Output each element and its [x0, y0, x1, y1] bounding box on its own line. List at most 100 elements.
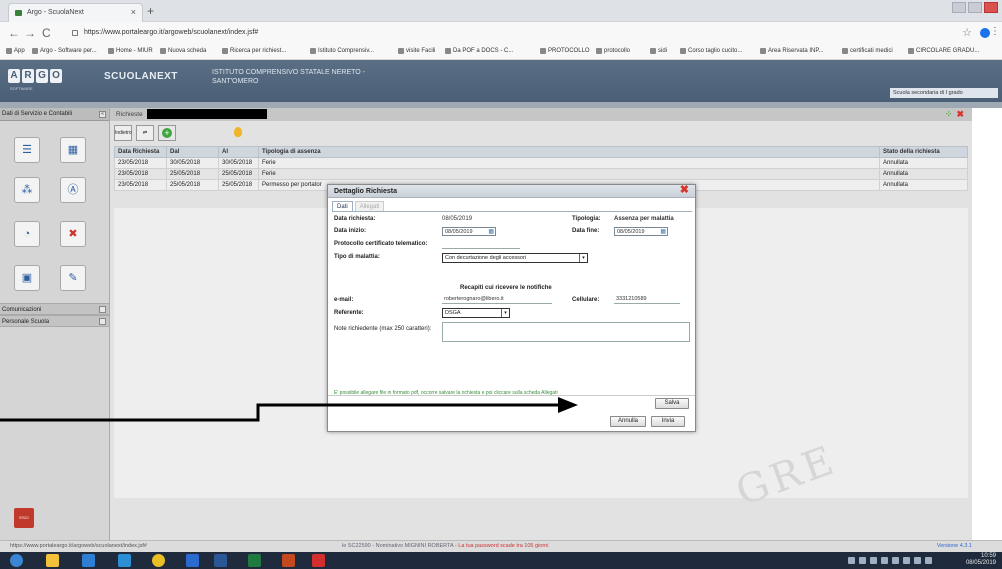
calendar-icon[interactable]: ▦: [488, 228, 494, 236]
logout-button[interactable]: ESCI: [14, 508, 34, 528]
word-icon[interactable]: [214, 554, 227, 567]
anagrafica-icon[interactable]: ☰: [14, 137, 40, 163]
tools-icon[interactable]: ✖: [60, 221, 86, 247]
staff-icon[interactable]: ⁂: [14, 177, 40, 203]
tab-dati[interactable]: Dati: [332, 201, 353, 211]
bookmark-item[interactable]: Argo - Software per...: [32, 48, 97, 54]
folder-icon[interactable]: [118, 554, 131, 567]
media-icon[interactable]: [82, 554, 95, 567]
chrome-icon[interactable]: [152, 554, 165, 567]
salva-button[interactable]: Salva: [655, 398, 689, 409]
column-header[interactable]: Al: [218, 146, 259, 158]
bookmark-item[interactable]: visite Facili: [398, 48, 435, 54]
lightbulb-icon[interactable]: [234, 127, 242, 137]
address-bar[interactable]: https://www.portaleargo.it/argoweb/scuol…: [68, 25, 938, 41]
close-panel-icon[interactable]: ✖: [956, 110, 964, 119]
argo-favicon-icon: [15, 10, 22, 16]
bookmark-item[interactable]: Istituto Comprensiv...: [310, 48, 374, 54]
cellulare-field[interactable]: 3331210589: [614, 295, 680, 304]
annulla-button[interactable]: Annulla: [610, 416, 646, 427]
close-window-button[interactable]: [984, 2, 998, 13]
bookmark-item[interactable]: App: [6, 48, 25, 54]
start-icon[interactable]: [10, 554, 23, 567]
bookmark-icon: [650, 48, 656, 54]
tray-icon[interactable]: [881, 557, 888, 564]
school-select[interactable]: Scuola secondaria di I grado: [890, 88, 998, 98]
sidebar-section-personale[interactable]: Personale Scuola: [0, 315, 109, 327]
column-header[interactable]: Dal: [166, 146, 219, 158]
clock[interactable]: 10:59 08/05/2019: [966, 553, 996, 567]
bookmark-item[interactable]: PROTOCOLLO: [540, 48, 590, 54]
maximize-button[interactable]: [968, 2, 982, 13]
tray-icon[interactable]: [925, 557, 932, 564]
acrobat-icon[interactable]: [312, 554, 325, 567]
bookmark-item[interactable]: Ricerca per richiest...: [222, 48, 286, 54]
bookmark-item[interactable]: protocollo: [596, 48, 630, 54]
tray-icon[interactable]: [914, 557, 921, 564]
table-row[interactable]: 23/05/2018 25/05/2018 25/05/2018 Ferie A…: [114, 168, 968, 180]
expand-icon[interactable]: [99, 318, 106, 325]
tray-icon[interactable]: [848, 557, 855, 564]
data-inizio-field[interactable]: 08/05/2019 ▦: [442, 227, 496, 236]
excel-icon[interactable]: [248, 554, 261, 567]
bookmark-item[interactable]: Nuova scheda: [160, 48, 206, 54]
absence-icon[interactable]: Ⓐ: [60, 177, 86, 203]
expand-icon[interactable]: [99, 306, 106, 313]
table-row[interactable]: 23/05/2018 30/05/2018 30/05/2018 Ferie A…: [114, 157, 968, 169]
app-header: A R G O SOFTWARE SCUOLANEXT ISTITUTO COM…: [0, 60, 1002, 102]
protocollo-field[interactable]: [442, 240, 520, 249]
bookmark-item[interactable]: CIRCOLARE GRADU...: [908, 48, 979, 54]
bookmark-icon: [445, 48, 451, 54]
timer-icon[interactable]: ◔: [14, 221, 40, 247]
column-header[interactable]: Data Richiesta: [114, 146, 167, 158]
bookmark-icon: [222, 48, 228, 54]
sidebar-section-comunicazioni[interactable]: Comunicazioni: [0, 303, 109, 315]
tray-icon[interactable]: [859, 557, 866, 564]
column-header[interactable]: Stato della richiesta: [879, 146, 968, 158]
email-field[interactable]: roberterognaro@libero.it: [442, 295, 552, 304]
plus-icon: +: [162, 128, 172, 138]
browser-tab[interactable]: Argo - ScuolaNext ×: [8, 3, 143, 22]
new-tab-button[interactable]: +: [147, 4, 154, 18]
tray-icon[interactable]: [903, 557, 910, 564]
tray-icon[interactable]: [892, 557, 899, 564]
grid-view-icon[interactable]: ⁘: [945, 110, 953, 119]
reload-button[interactable]: C: [42, 26, 51, 40]
sidebar-header[interactable]: Dati di Servizio e Contabili «: [0, 108, 109, 121]
tipo-malattia-select[interactable]: Con decurtazione degli accessori ▾: [442, 253, 588, 263]
menu-kebab-icon[interactable]: ⋮: [990, 26, 1000, 37]
close-tab-icon[interactable]: ×: [131, 4, 136, 21]
refresh-icon[interactable]: ⇄: [136, 125, 154, 141]
panel-tools: ⁘ ✖: [945, 110, 964, 119]
tab-allegati[interactable]: Allegati: [354, 201, 385, 211]
powerpoint-icon[interactable]: [282, 554, 295, 567]
note-textarea[interactable]: [442, 322, 690, 342]
bookmark-item[interactable]: Corso taglio cucito...: [680, 48, 742, 54]
calendar-icon[interactable]: ▦: [660, 228, 666, 236]
back-button[interactable]: ←: [8, 26, 20, 40]
edit-icon[interactable]: ✎: [60, 265, 86, 291]
explorer-icon[interactable]: [46, 554, 59, 567]
add-request-button[interactable]: +: [158, 125, 176, 141]
minimize-button[interactable]: [952, 2, 966, 13]
close-icon[interactable]: ✖: [680, 184, 689, 197]
profile-avatar[interactable]: [980, 28, 990, 38]
bookmark-item[interactable]: certificati medici: [842, 48, 893, 54]
data-fine-field[interactable]: 08/05/2019 ▦: [614, 227, 668, 236]
tray-icon[interactable]: [870, 557, 877, 564]
collapse-icon[interactable]: «: [99, 111, 106, 118]
bookmark-item[interactable]: Da POF a DOCS - C...: [445, 48, 513, 54]
back-button[interactable]: Indietro: [114, 125, 132, 141]
column-header[interactable]: Tipologia di assenza: [258, 146, 880, 158]
invia-button[interactable]: Invia: [651, 416, 685, 427]
referente-select[interactable]: DSGA ▾: [442, 308, 510, 318]
calendar-icon[interactable]: ▦: [60, 137, 86, 163]
forward-button[interactable]: →: [24, 26, 36, 40]
bookmark-item[interactable]: Home - MIUR: [108, 48, 153, 54]
version-label[interactable]: Versione 4.3.1: [937, 541, 972, 552]
bookmark-star-icon[interactable]: ☆: [962, 26, 972, 39]
bookmark-item[interactable]: Area Riservata INP...: [760, 48, 824, 54]
bookmark-item[interactable]: sidi: [650, 48, 667, 54]
user-card-icon[interactable]: ▣: [14, 265, 40, 291]
ie-icon[interactable]: [186, 554, 199, 567]
